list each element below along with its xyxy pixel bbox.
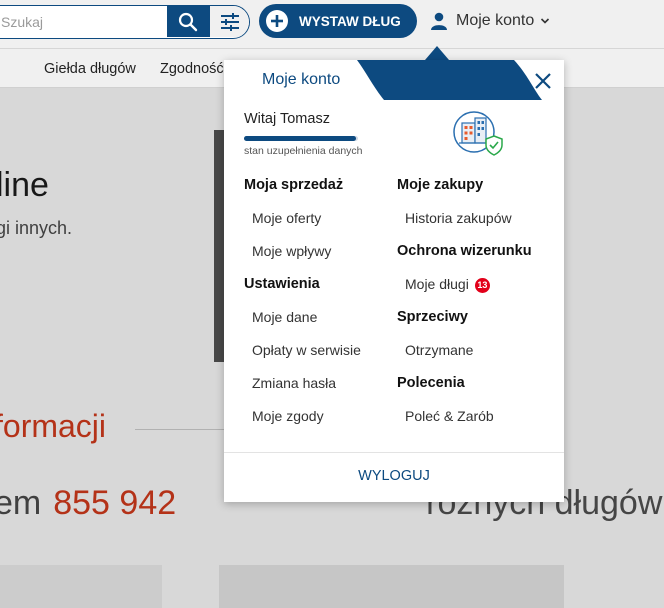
menu-heading-zakupy: Moje zakupy	[397, 177, 484, 193]
account-label: Moje konto	[456, 12, 535, 29]
menu-heading-polecenia: Polecenia	[397, 375, 465, 391]
filter-button[interactable]	[209, 6, 249, 37]
menu-column-left: Moja sprzedaż Moje oferty Moje wpływy Us…	[244, 177, 361, 441]
menu-link-moje-zgody[interactable]: Moje zgody	[244, 408, 361, 441]
close-button[interactable]	[530, 68, 556, 94]
user-greeting: Witaj Tomasz	[244, 111, 330, 127]
add-debt-label: WYSTAW DŁUG	[299, 13, 401, 29]
profile-progress-label: stan uzupełnienia danych	[244, 145, 363, 157]
search-button[interactable]	[167, 6, 209, 37]
menu-link-historia-zakupow[interactable]: Historia zakupów	[397, 210, 532, 243]
menu-link-moje-wplywy[interactable]: Moje wpływy	[244, 243, 361, 276]
menu-heading-sprzeciwy: Sprzeciwy	[397, 309, 468, 325]
chevron-down-icon	[541, 18, 550, 24]
account-menu-toggle[interactable]: Moje konto	[430, 6, 550, 36]
dropdown-title: Moje konto	[262, 71, 341, 88]
filter-icon	[220, 12, 239, 31]
menu-heading-ochrona: Ochrona wizerunku	[397, 243, 532, 259]
search-icon	[178, 12, 198, 31]
menu-link-otrzymane[interactable]: Otrzymane	[397, 342, 532, 375]
menu-link-oplaty[interactable]: Opłaty w serwisie	[244, 342, 361, 375]
menu-link-polec-zarob[interactable]: Poleć & Zarób	[397, 408, 532, 441]
add-debt-button[interactable]: WYSTAW DŁUG	[259, 4, 417, 38]
nav-item-gielda[interactable]: Giełda długów	[44, 61, 136, 77]
dropdown-caret	[425, 46, 449, 60]
profile-progress-bar	[244, 136, 358, 141]
profile-progress-fill	[244, 136, 356, 141]
logout-button[interactable]: WYLOGUJ	[224, 468, 564, 484]
top-bar: WYSTAW DŁUG Moje konto	[0, 0, 664, 48]
menu-link-moje-oferty[interactable]: Moje oferty	[244, 210, 361, 243]
user-icon	[431, 12, 447, 30]
menu-link-moje-dane[interactable]: Moje dane	[244, 309, 361, 342]
building-shield-icon	[453, 111, 503, 156]
plus-circle-icon	[265, 9, 289, 33]
menu-link-moje-dlugi-label: Moje długi	[405, 276, 469, 292]
search-box	[0, 5, 250, 39]
menu-column-right: Moje zakupy Historia zakupów Ochrona wiz…	[397, 177, 532, 441]
menu-heading-ustawienia: Ustawienia	[244, 276, 320, 292]
notification-badge: 13	[474, 278, 490, 293]
menu-link-moje-dlugi[interactable]: Moje długi 13	[397, 276, 532, 309]
search-input[interactable]	[0, 6, 167, 37]
menu-link-zmiana-hasla[interactable]: Zmiana hasła	[244, 375, 361, 408]
menu-heading-sprzedaz: Moja sprzedaż	[244, 177, 344, 193]
account-dropdown: Moje konto Witaj Tomasz stan uzupełnieni…	[224, 60, 564, 502]
close-icon	[535, 73, 551, 89]
nav-item-zgodnosc[interactable]: Zgodność	[160, 61, 224, 77]
dropdown-divider	[224, 452, 564, 453]
